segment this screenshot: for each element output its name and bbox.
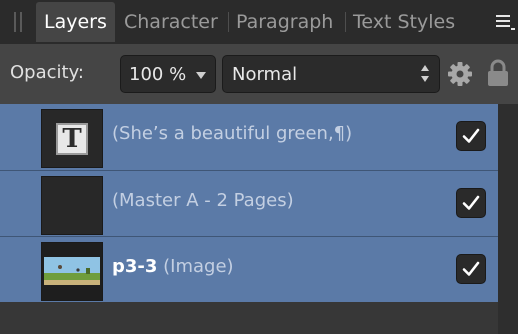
updown-arrows-icon [421, 65, 429, 83]
opacity-value: 100 % [129, 64, 187, 85]
scrollbar-track[interactable] [498, 104, 518, 302]
layer-visibility-checkbox[interactable] [456, 254, 486, 284]
layer-row[interactable]: p3-3 (Image) [0, 236, 498, 302]
layer-thumbnail: T [41, 109, 103, 168]
landscape-image-thumbnail [42, 243, 102, 300]
tab-separator [228, 12, 229, 32]
panel-menu-icon[interactable] [496, 13, 518, 31]
tab-paragraph[interactable]: Paragraph [236, 2, 333, 42]
tab-separator [345, 12, 346, 32]
layer-thumbnail [41, 242, 103, 301]
opacity-dropdown[interactable]: 100 % [120, 55, 216, 93]
opacity-label: Opacity: [10, 62, 84, 83]
layer-name-meta: (Image) [157, 256, 234, 277]
layer-name-meta: (She’s a beautiful green,¶) [112, 123, 353, 144]
layer-thumbnail [41, 176, 103, 235]
layer-row[interactable]: T (She’s a beautiful green,¶) [0, 104, 498, 170]
gear-icon[interactable] [447, 61, 473, 87]
blend-mode-value: Normal [232, 64, 298, 85]
layer-visibility-checkbox[interactable] [456, 188, 486, 218]
tab-layers[interactable]: Layers [36, 2, 115, 42]
layer-name-primary: p3-3 [112, 256, 158, 277]
blend-mode-select[interactable]: Normal [222, 55, 440, 93]
checkmark-icon [462, 195, 480, 210]
layer-name: (She’s a beautiful green,¶) [112, 123, 352, 144]
layer-name: (Master A - 2 Pages) [112, 190, 294, 211]
lock-icon[interactable] [487, 59, 509, 87]
layers-empty-area [0, 302, 498, 334]
checkmark-icon [462, 261, 480, 276]
layer-name-meta: (Master A - 2 Pages) [112, 190, 294, 211]
layer-row[interactable]: (Master A - 2 Pages) [0, 170, 498, 236]
layer-name: p3-3 (Image) [112, 256, 234, 277]
layers-list: T (She’s a beautiful green,¶) (Master A … [0, 104, 518, 334]
layer-visibility-checkbox[interactable] [456, 121, 486, 151]
panel-tab-bar: Layers Character Paragraph Text Styles [0, 0, 518, 44]
tab-text-styles[interactable]: Text Styles [353, 2, 455, 42]
text-frame-icon: T [56, 123, 88, 155]
caret-down-icon [196, 72, 206, 79]
panel-grip-handle[interactable] [14, 12, 24, 32]
tab-character[interactable]: Character [124, 2, 218, 42]
layer-options-toolbar: Opacity: 100 % Normal [0, 44, 518, 104]
checkmark-icon [462, 128, 480, 143]
